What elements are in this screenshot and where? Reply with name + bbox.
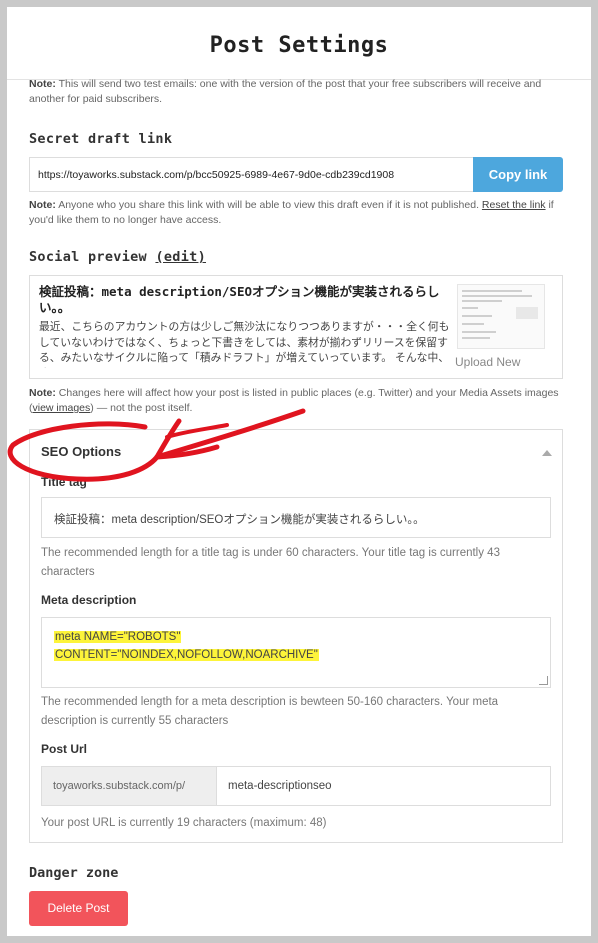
title-tag-hint: The recommended length for a title tag i… [41, 547, 500, 578]
chevron-up-icon[interactable] [542, 450, 552, 456]
danger-zone-title: Danger zone [29, 865, 119, 881]
social-note-text-2: ) — not the post itself. [90, 402, 193, 414]
meta-description-hint: The recommended length for a meta descri… [41, 696, 499, 727]
post-url-label: Post Url [41, 742, 88, 756]
social-preview-post-title: 検証投稿：meta description/SEOオプション機能が実装されるらし… [39, 284, 440, 315]
social-preview-description: 最近、こちらのアカウントの方は少しご無沙汰になりつつありますが・・・全く何もして… [39, 321, 450, 368]
note-label: Note: [29, 199, 56, 211]
meta-line-2: CONTENT="NOINDEX,NOFOLLOW,NOARCHIVE" [54, 649, 319, 661]
copy-link-button[interactable]: Copy link [473, 157, 563, 192]
delete-post-button[interactable]: Delete Post [29, 891, 128, 926]
social-preview-card: 検証投稿：meta description/SEOオプション機能が実装されるらし… [29, 275, 563, 379]
post-settings-panel: Post Settings Note: This will send two t… [7, 7, 591, 936]
title-tag-label: Title tag [41, 475, 87, 489]
title-tag-input[interactable]: 検証投稿：meta description/SEOオプション機能が実装されるらし… [41, 497, 551, 538]
note-label: Note: [29, 78, 56, 90]
note-label: Note: [29, 387, 56, 399]
resize-grip-icon[interactable] [539, 676, 548, 685]
social-preview-title: Social preview (edit) [29, 249, 206, 265]
upload-new-button[interactable]: Upload New [455, 355, 520, 369]
reset-link[interactable]: Reset the link [482, 199, 546, 211]
email-note-text: This will send two test emails: one with… [29, 78, 542, 105]
meta-line-1: meta NAME="ROBOTS" [54, 631, 182, 643]
draft-note-text: Anyone who you share this link with will… [58, 199, 479, 211]
draft-link-input[interactable]: https://toyaworks.substack.com/p/bcc5092… [29, 157, 473, 192]
secret-draft-title: Secret draft link [29, 131, 173, 147]
post-url-input[interactable]: meta-descriptionseo [217, 766, 551, 806]
social-note: Note: Changes here will affect how your … [29, 386, 564, 416]
post-url-prefix: toyaworks.substack.com/p/ [41, 766, 217, 806]
email-note: Note: This will send two test emails: on… [29, 77, 564, 107]
social-preview-label: Social preview [29, 249, 147, 265]
preview-thumbnail [457, 284, 545, 349]
edit-social-preview-link[interactable]: (edit) [155, 249, 206, 265]
draft-note: Note: Anyone who you share this link wit… [29, 198, 564, 228]
view-images-link[interactable]: view images [33, 402, 91, 414]
meta-description-textarea[interactable]: meta NAME="ROBOTS" CONTENT="NOINDEX,NOFO… [41, 617, 551, 688]
seo-options-panel: SEO Options Title tag 検証投稿：meta descript… [29, 429, 563, 843]
seo-options-header[interactable]: SEO Options [41, 444, 121, 459]
page-title: Post Settings [209, 33, 389, 58]
post-url-hint: Your post URL is currently 19 characters… [41, 817, 327, 829]
header: Post Settings [7, 7, 591, 80]
meta-description-label: Meta description [41, 593, 137, 607]
